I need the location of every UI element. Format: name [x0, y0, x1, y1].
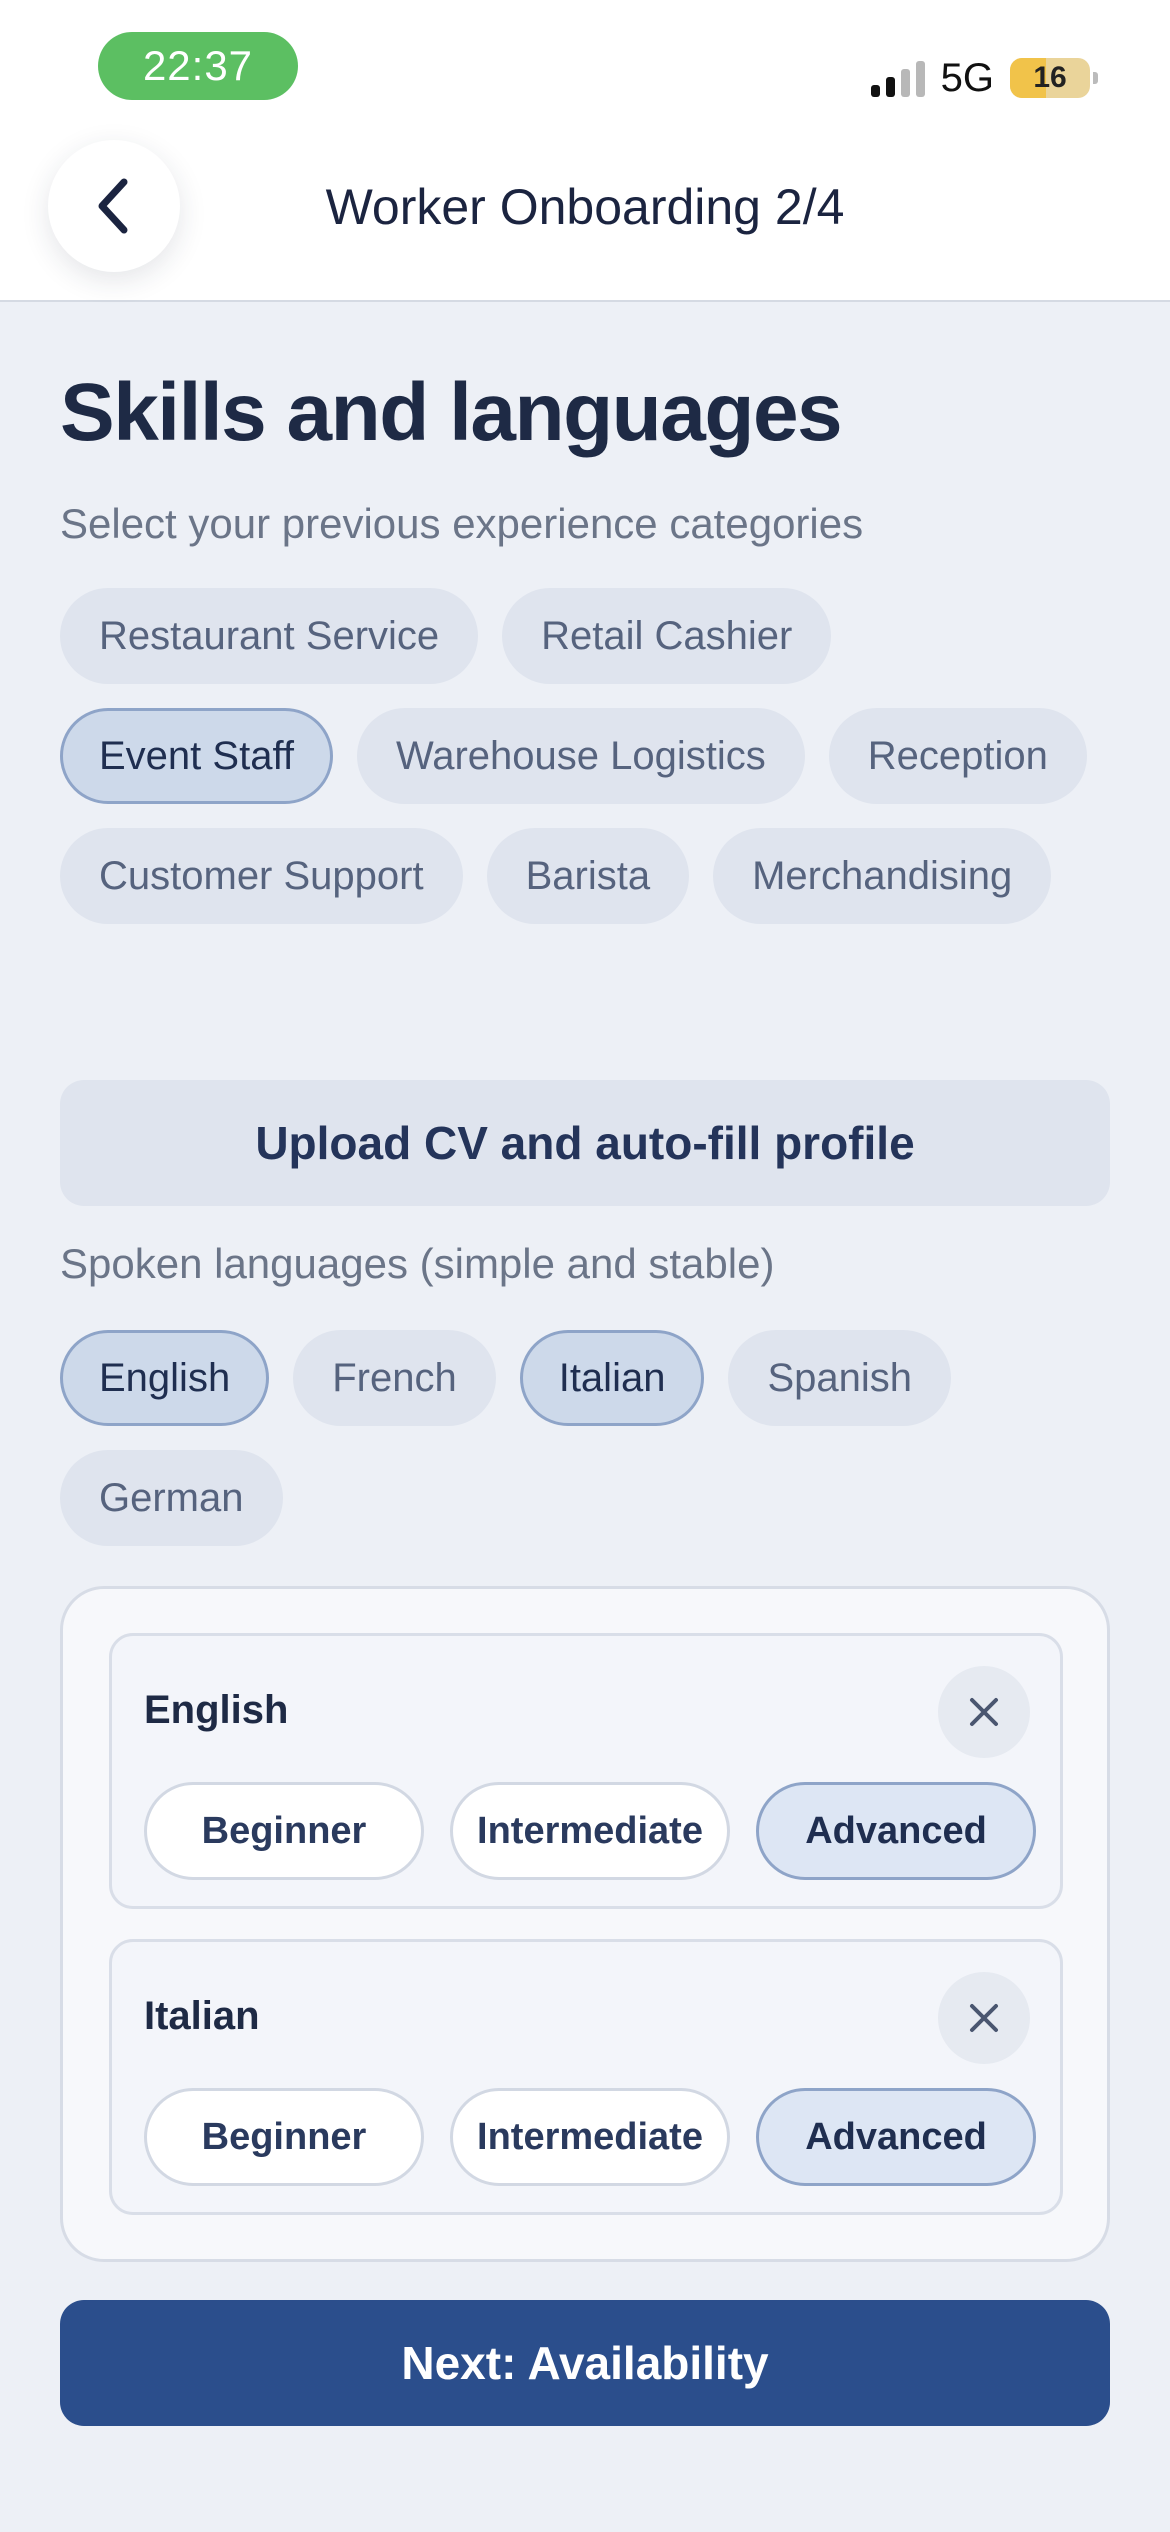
category-chip[interactable]: Merchandising — [713, 828, 1052, 924]
language-chip[interactable]: French — [293, 1330, 496, 1426]
upload-cv-button[interactable]: Upload CV and auto-fill profile — [60, 1080, 1110, 1206]
level-intermediate-button[interactable]: Intermediate — [450, 2088, 730, 2186]
category-chip[interactable]: Customer Support — [60, 828, 463, 924]
category-chip[interactable]: Barista — [486, 828, 690, 924]
header-title: Worker Onboarding 2/4 — [325, 179, 845, 235]
page-title: Skills and languages — [60, 367, 843, 458]
category-chip[interactable]: Restaurant Service — [60, 588, 479, 684]
level-options: Beginner Intermediate Advanced — [144, 1782, 1036, 1880]
category-chips: Restaurant Service Retail Cashier Event St… — [60, 588, 1110, 924]
category-chip[interactable]: Event Staff — [60, 708, 333, 804]
level-advanced-button[interactable]: Advanced — [756, 1782, 1036, 1880]
category-chip[interactable]: Reception — [828, 708, 1087, 804]
language-chip[interactable]: German — [60, 1450, 283, 1546]
language-level-name: English — [144, 1688, 289, 1732]
language-levels-panel: English Beginner Intermediate Advanced I… — [60, 1586, 1110, 2262]
close-icon — [970, 1698, 998, 1726]
level-intermediate-button[interactable]: Intermediate — [450, 1782, 730, 1880]
language-level-card-italian: Italian Beginner Intermediate Advanced — [109, 1939, 1063, 2215]
level-options: Beginner Intermediate Advanced — [144, 2088, 1036, 2186]
level-advanced-button[interactable]: Advanced — [756, 2088, 1036, 2186]
language-chip[interactable]: Spanish — [728, 1330, 952, 1426]
top-bar: 22:37 5G 16 Worker Onboarding 2/4 — [0, 0, 1170, 302]
language-level-name: Italian — [144, 1994, 260, 2038]
level-beginner-button[interactable]: Beginner — [144, 1782, 424, 1880]
battery-icon: 16 — [1010, 58, 1098, 98]
battery-level: 16 — [1033, 61, 1067, 94]
signal-icon — [870, 59, 925, 97]
level-beginner-button[interactable]: Beginner — [144, 2088, 424, 2186]
language-level-card-english: English Beginner Intermediate Advanced — [109, 1633, 1063, 1909]
next-availability-button[interactable]: Next: Availability — [60, 2300, 1110, 2426]
category-chip[interactable]: Warehouse Logistics — [356, 708, 805, 804]
status-time: 22:37 — [98, 32, 298, 100]
language-chips: English French Italian Spanish German — [60, 1330, 1110, 1546]
network-type: 5G — [940, 55, 994, 100]
category-chip[interactable]: Retail Cashier — [502, 588, 832, 684]
language-chip[interactable]: Italian — [519, 1330, 705, 1426]
page-subtitle: Select your previous experience categori… — [60, 500, 864, 547]
languages-label: Spoken languages (simple and stable) — [60, 1240, 775, 1287]
remove-language-button[interactable] — [938, 1972, 1030, 2064]
close-icon — [970, 2004, 998, 2032]
status-indicators: 5G 16 — [870, 50, 1098, 106]
remove-language-button[interactable] — [938, 1666, 1030, 1758]
language-chip[interactable]: English — [60, 1330, 270, 1426]
